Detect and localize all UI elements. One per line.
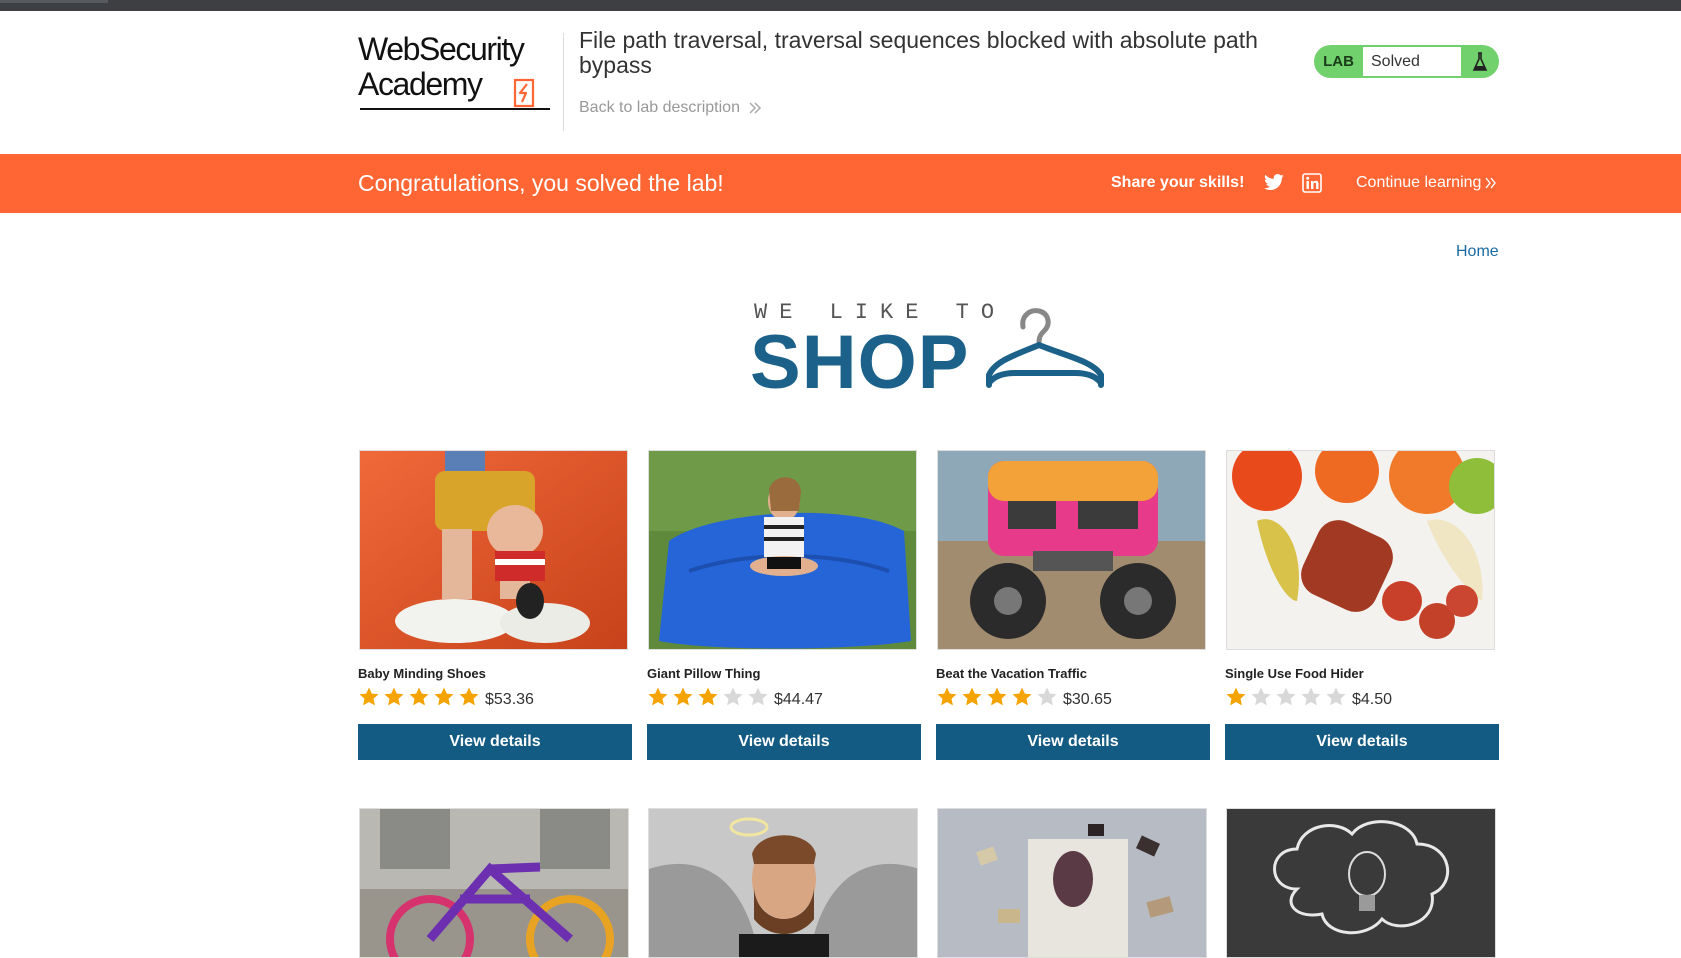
- star-filled-icon: [434, 687, 454, 706]
- star-filled-icon: [937, 687, 957, 706]
- product-name: Baby Minding Shoes: [358, 666, 486, 681]
- shop-title: SHOP: [750, 320, 970, 405]
- share-skills-label: Share your skills!: [1111, 174, 1245, 191]
- star-filled-icon: [648, 687, 668, 706]
- lightbulb-cloud-image[interactable]: [1226, 808, 1496, 958]
- product-name: Beat the Vacation Traffic: [936, 666, 1087, 681]
- lab-header: WebSecurity Academy File path traversal,…: [0, 11, 1681, 154]
- header-divider: [563, 33, 564, 131]
- star-empty-icon: [1037, 687, 1057, 706]
- back-to-lab-description-link[interactable]: Back to lab description: [579, 99, 762, 117]
- product-price: $53.36: [485, 691, 534, 708]
- star-empty-icon: [1301, 687, 1321, 706]
- star-filled-icon: [1012, 687, 1032, 706]
- product-price: $44.47: [774, 691, 823, 708]
- clothes-hanger-icon: [986, 308, 1104, 388]
- browser-tab: [0, 0, 108, 3]
- star-filled-icon: [359, 687, 379, 706]
- twitter-icon[interactable]: [1263, 174, 1285, 192]
- floating-books-image[interactable]: [937, 808, 1207, 958]
- continue-learning-link[interactable]: Continue learning: [1356, 174, 1497, 192]
- browser-top-strip: [0, 0, 1681, 11]
- star-filled-icon: [1226, 687, 1246, 706]
- linkedin-icon[interactable]: [1302, 173, 1322, 193]
- continue-learning-label: Continue learning: [1356, 174, 1482, 191]
- star-rating: [936, 686, 1058, 708]
- back-link-label: Back to lab description: [579, 99, 740, 116]
- logo-line-2: Academy: [358, 66, 483, 102]
- lab-status-widget: LAB Solved: [1314, 45, 1499, 78]
- star-empty-icon: [748, 687, 768, 706]
- congratulations-message: Congratulations, you solved the lab!: [358, 170, 724, 196]
- lab-status-label: LAB: [1323, 53, 1354, 70]
- view-details-button[interactable]: View details: [647, 724, 921, 760]
- product-price: $30.65: [1063, 691, 1112, 708]
- star-rating: [358, 686, 480, 708]
- star-filled-icon: [459, 687, 479, 706]
- star-filled-icon: [698, 687, 718, 706]
- star-rating: [1225, 686, 1347, 708]
- home-link[interactable]: Home: [1456, 243, 1499, 261]
- product-name: Single Use Food Hider: [1225, 666, 1364, 681]
- view-details-button[interactable]: View details: [1225, 724, 1499, 760]
- star-empty-icon: [1276, 687, 1296, 706]
- web-security-academy-logo[interactable]: WebSecurity Academy: [358, 32, 558, 118]
- star-filled-icon: [962, 687, 982, 706]
- food-hider-image[interactable]: [1226, 450, 1495, 650]
- flask-icon: [1472, 51, 1488, 71]
- baby-minding-shoes-image[interactable]: [359, 450, 628, 650]
- view-details-button[interactable]: View details: [358, 724, 632, 760]
- double-chevron-right-icon: [1485, 177, 1497, 189]
- academy-bolt-icon: [513, 78, 535, 108]
- giant-pillow-image[interactable]: [648, 450, 917, 650]
- angel-man-image[interactable]: [648, 808, 918, 958]
- logo-underline: [360, 108, 550, 110]
- star-rating: [647, 686, 769, 708]
- product-name: Giant Pillow Thing: [647, 666, 761, 681]
- view-details-button[interactable]: View details: [936, 724, 1210, 760]
- star-filled-icon: [384, 687, 404, 706]
- monster-van-image[interactable]: [937, 450, 1206, 650]
- solved-banner: Congratulations, you solved the lab! Sha…: [0, 154, 1681, 213]
- knitted-bicycle-image[interactable]: [359, 808, 629, 958]
- product-price: $4.50: [1352, 691, 1393, 708]
- star-filled-icon: [409, 687, 429, 706]
- lab-status-value: Solved: [1363, 47, 1461, 76]
- star-empty-icon: [1326, 687, 1346, 706]
- double-chevron-right-icon: [749, 102, 762, 114]
- star-empty-icon: [1251, 687, 1271, 706]
- star-empty-icon: [723, 687, 743, 706]
- star-filled-icon: [987, 687, 1007, 706]
- lab-title: File path traversal, traversal sequences…: [579, 27, 1258, 78]
- logo-line-1: WebSecurity: [358, 31, 525, 67]
- star-filled-icon: [673, 687, 693, 706]
